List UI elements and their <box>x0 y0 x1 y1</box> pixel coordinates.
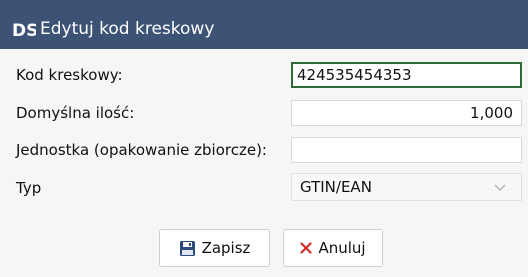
unit-input[interactable] <box>291 137 522 163</box>
close-icon <box>300 242 313 254</box>
edit-barcode-dialog: DS Edytuj kod kreskowy Kod kreskowy: 424… <box>0 0 528 277</box>
unit-label: Jednostka (opakowanie zbiorcze): <box>16 141 267 159</box>
default-quantity-label: Domyślna ilość: <box>16 104 135 122</box>
barcode-input[interactable]: 424535454353 <box>291 62 522 88</box>
save-button[interactable]: Zapisz <box>159 229 270 267</box>
chevron-down-icon <box>494 184 506 192</box>
cancel-button[interactable]: Anuluj <box>283 229 383 267</box>
barcode-label: Kod kreskowy: <box>16 66 123 84</box>
save-icon <box>179 240 196 257</box>
type-select-value: GTIN/EAN <box>300 178 372 196</box>
svg-text:DS: DS <box>12 21 36 39</box>
cancel-button-label: Anuluj <box>318 239 366 257</box>
dialog-title: Edytuj kod kreskowy <box>40 19 215 39</box>
default-quantity-input[interactable]: 1,000 <box>291 100 522 126</box>
type-select[interactable]: GTIN/EAN <box>291 173 522 201</box>
title-bar: DS Edytuj kod kreskowy <box>0 0 528 49</box>
type-label: Typ <box>16 179 42 197</box>
save-button-label: Zapisz <box>201 239 251 257</box>
app-logo-icon: DS <box>12 21 36 39</box>
